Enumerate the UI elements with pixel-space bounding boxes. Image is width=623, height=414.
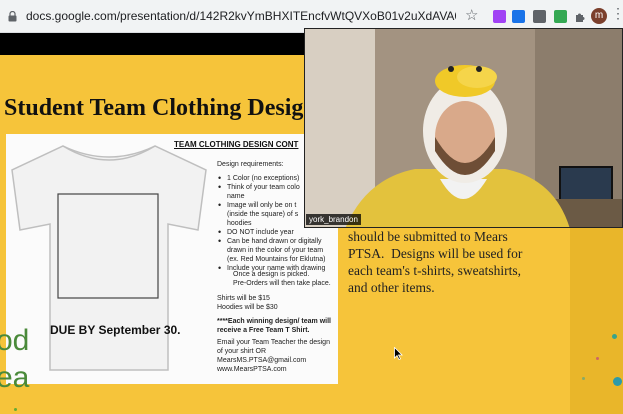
slide-edge-text: ea xyxy=(0,361,30,394)
price-info: Shirts will be $15 Hoodies will be $30 xyxy=(217,295,278,311)
grid-ext-icon[interactable] xyxy=(512,10,525,23)
screen-ext-icon[interactable] xyxy=(554,10,567,23)
tshirt-outline-icon xyxy=(11,145,207,371)
list-item: DO NOT include year xyxy=(217,228,329,237)
slide-body-text: should be submitted to Mears PTSA. Desig… xyxy=(348,229,523,295)
list-item: Can be hand drawn or digitally drawn in … xyxy=(217,237,329,264)
decorative-dot xyxy=(596,357,599,360)
meet-ext-icon[interactable] xyxy=(533,10,546,23)
flyer-heading: TEAM CLOTHING DESIGN CONT xyxy=(174,140,299,149)
decorative-dot xyxy=(613,377,622,386)
profile-avatar[interactable]: m xyxy=(591,8,607,24)
slide-edge-text: od xyxy=(0,324,30,357)
requirements-label: Design requirements: xyxy=(217,161,284,168)
mouse-cursor-icon xyxy=(394,347,403,360)
due-date: DUE BY September 30. xyxy=(50,323,181,337)
video-tile[interactable]: york_brandon xyxy=(304,28,623,228)
bookmark-star-icon[interactable]: ☆ xyxy=(465,6,478,24)
decorative-dot xyxy=(582,377,585,380)
contact-info: Email your Team Teacher the design of yo… xyxy=(217,339,330,373)
flyer-image: TEAM CLOTHING DESIGN CONT Design require… xyxy=(6,134,338,384)
decorative-dot xyxy=(612,334,617,339)
lock-icon xyxy=(8,11,17,22)
extensions-icon[interactable] xyxy=(574,10,587,23)
decorative-dot xyxy=(14,408,17,411)
participant-name-label: york_brandon xyxy=(306,214,361,225)
puzzle-ext-icon[interactable] xyxy=(493,10,506,23)
screen: docs.google.com/presentation/d/142R2kvYm… xyxy=(0,0,623,414)
browser-menu-icon[interactable]: ⋮ xyxy=(611,6,623,20)
winner-note: ****Each winning design/ team will recei… xyxy=(217,318,331,334)
participant-video-feed xyxy=(305,29,622,227)
picked-note: Once a design is picked. Pre-Orders will… xyxy=(233,271,331,287)
slide-title: Student Team Clothing Design C xyxy=(4,95,341,121)
address-bar[interactable]: docs.google.com/presentation/d/142R2kvYm… xyxy=(26,9,456,23)
